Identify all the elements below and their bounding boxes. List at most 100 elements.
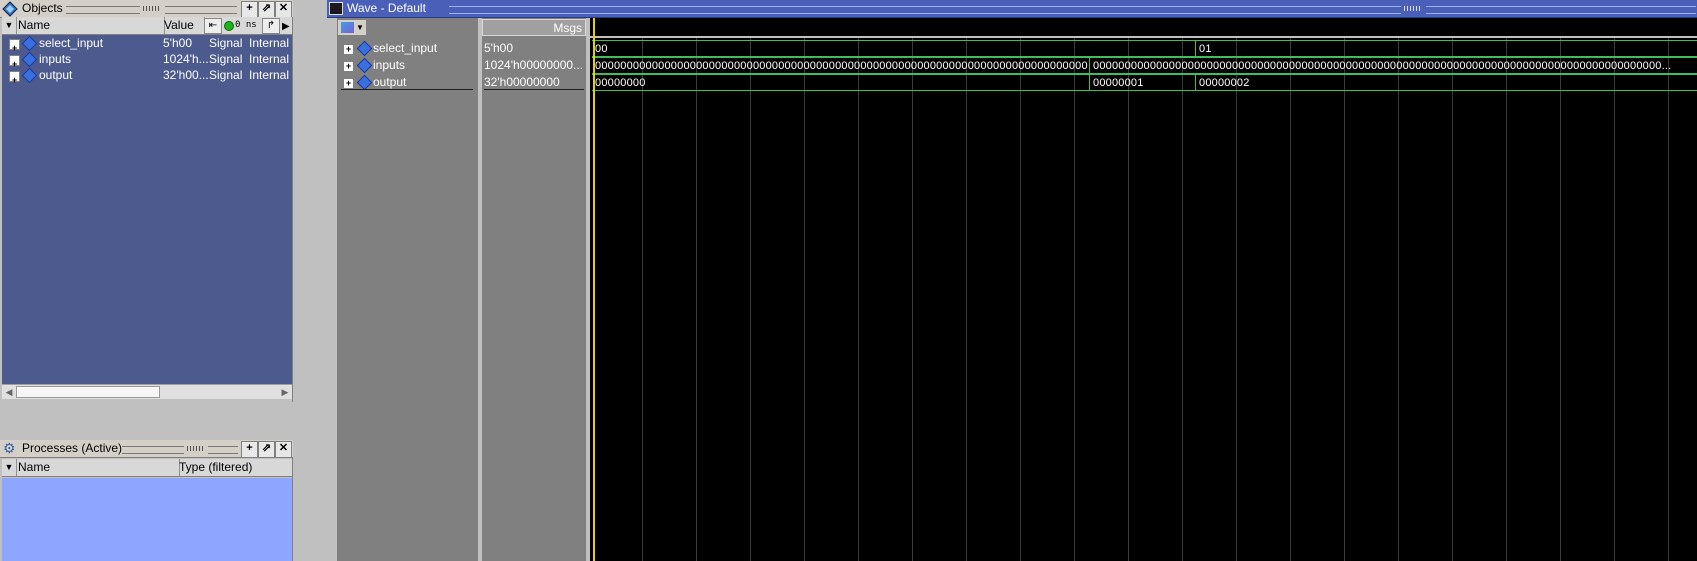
column-value[interactable]: Value (162, 17, 205, 34)
trace-select-input-top (592, 40, 1697, 41)
transition-marker (1089, 57, 1090, 74)
grid-line (1182, 38, 1183, 561)
object-row-select-input[interactable]: + select_input 5'h00 Signal Internal (6, 35, 292, 53)
column-name[interactable]: Name (16, 17, 165, 34)
add-icon[interactable]: + (241, 441, 258, 458)
object-name: inputs (39, 52, 72, 66)
transition-marker (1195, 40, 1196, 57)
wave-title: Wave - Default (347, 1, 426, 15)
time-cursor-icon[interactable]: ⇤ (204, 18, 222, 34)
expand-icon[interactable]: + (9, 55, 20, 69)
grid-line (1290, 38, 1291, 561)
sort-chevron-down-icon[interactable]: ▼ (2, 17, 17, 34)
grid-line (1398, 38, 1399, 561)
msgs-header[interactable]: Msgs (482, 19, 586, 36)
objects-titlebar: Objects + ⇗ ✕ (0, 0, 293, 18)
object-value: 5'h00 (163, 36, 192, 50)
time-cursor[interactable] (593, 18, 595, 561)
wave-name-row-select-input[interactable]: + select_input (337, 40, 480, 57)
grid-line (750, 38, 751, 561)
column-type[interactable]: Type (filtered) (177, 459, 307, 476)
wave-toolbar-button[interactable]: ▼ (337, 19, 367, 36)
grid-line (1560, 38, 1561, 561)
chevron-down-icon: ▼ (356, 23, 364, 32)
sim-time: 0 ns (235, 20, 257, 30)
object-row-inputs[interactable]: + inputs 1024'h... Signal Internal (6, 51, 292, 69)
grid-line (1614, 38, 1615, 561)
objects-list: + select_input 5'h00 Signal Internal + i… (2, 35, 292, 384)
close-icon[interactable]: ✕ (275, 441, 292, 458)
wave-title-grip-right[interactable] (1426, 6, 1696, 14)
status-dot-icon (224, 21, 234, 31)
objects-hscrollbar[interactable]: ◀ ▶ (2, 384, 292, 399)
expand-icon[interactable]: + (343, 44, 354, 55)
trace-value: 0000000000000000000000000000000000000000… (595, 60, 1088, 72)
expand-icon[interactable]: + (343, 61, 354, 72)
trace-inputs-top (592, 57, 1697, 58)
signal-icon (356, 40, 373, 57)
grid-line (1074, 38, 1075, 561)
sort-chevron-down-icon[interactable]: ▼ (2, 459, 17, 476)
processes-column-header: ▼ Name Type (filtered) St (2, 459, 317, 477)
object-mode: Internal (249, 52, 290, 66)
trace-value: 00000001 (1093, 77, 1144, 89)
waveform-display[interactable]: 00 01 0000000000000000000000000000000000… (590, 18, 1697, 561)
processes-title-grip-right[interactable] (208, 446, 238, 454)
wave-title-grip[interactable] (449, 6, 1401, 14)
column-name[interactable]: Name (16, 459, 180, 476)
trace-value: 0000000000000000000000000000000000000000… (1093, 60, 1672, 72)
step-icon[interactable]: ↱ (262, 18, 280, 34)
add-icon[interactable]: + (241, 1, 258, 18)
grid-line (696, 38, 697, 561)
object-value: 1024'h... (163, 52, 209, 66)
processes-pane: ⚙ Processes (Active) + ⇗ ✕ ▼ Name Type (… (0, 440, 317, 561)
transition-marker (1089, 74, 1090, 91)
scroll-left-icon[interactable]: ◀ (3, 386, 15, 398)
transition-marker (1195, 74, 1196, 91)
objects-pane: Objects + ⇗ ✕ ▼ Name Value ⇤ 0 ns ↱ ▶ + … (0, 0, 293, 402)
expand-icon[interactable]: + (9, 39, 20, 53)
scroll-right-icon[interactable]: ▶ (279, 386, 291, 398)
undock-icon[interactable]: ⇗ (258, 441, 275, 458)
processes-title: Processes (Active) (22, 441, 123, 455)
expand-icon[interactable]: + (343, 78, 354, 89)
gear-icon: ⚙ (3, 440, 16, 456)
undock-icon[interactable]: ⇗ (258, 1, 275, 18)
processes-title-grip[interactable] (122, 446, 184, 454)
object-name: select_input (39, 36, 104, 50)
processes-list (2, 478, 292, 561)
wave-signal-value: 5'h00 (484, 41, 513, 55)
wave-titlebar: Wave - Default (327, 0, 1697, 18)
wave-window-icon (329, 2, 343, 15)
object-row-output[interactable]: + output 32'h00... Signal Internal (6, 67, 292, 85)
trace-value: 00000000 (595, 77, 646, 89)
expand-icon[interactable]: + (9, 71, 20, 85)
objects-pane-icon (2, 1, 18, 17)
signal-icon (21, 51, 38, 68)
waveform-header-strip (590, 18, 1697, 38)
scroll-thumb[interactable] (16, 386, 160, 398)
trace-value: 00000002 (1199, 77, 1250, 89)
wave-signal-name: select_input (373, 41, 438, 55)
trace-value: 01 (1199, 43, 1212, 55)
object-value: 32'h00... (163, 68, 209, 82)
toolbar-group: ⇤ 0 ns ↱ ▶ (202, 17, 292, 34)
more-arrow-icon[interactable]: ▶ (282, 18, 290, 34)
close-icon[interactable]: ✕ (275, 1, 292, 18)
objects-title-dots (143, 6, 161, 11)
wave-name-row-output[interactable]: + output (337, 74, 480, 91)
wave-palette-icon (341, 22, 354, 33)
grid-line (966, 38, 967, 561)
signal-icon (356, 74, 373, 91)
processes-titlebar: ⚙ Processes (Active) + ⇗ ✕ (0, 440, 293, 458)
wave-name-row-inputs[interactable]: + inputs (337, 57, 480, 74)
wave-values-column: Msgs 5'h00 1024'h00000000... 32'h0000000… (482, 18, 588, 561)
grid-line (1668, 38, 1669, 561)
vertical-splitter[interactable] (294, 0, 327, 561)
grid-line (1020, 38, 1021, 561)
object-name: output (39, 68, 73, 82)
objects-title-grip[interactable] (66, 6, 140, 14)
grid-line (912, 38, 913, 561)
processes-title-dots (187, 446, 205, 451)
objects-title-grip-right[interactable] (165, 6, 237, 14)
